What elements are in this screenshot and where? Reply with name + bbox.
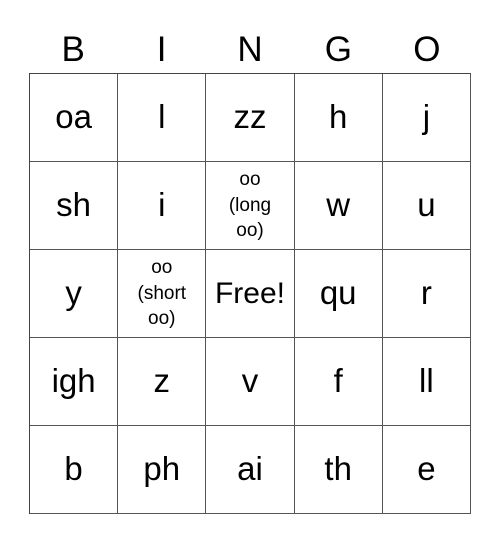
bingo-cell-g-5[interactable]: th [294, 426, 383, 514]
header-letter-i: I [156, 30, 167, 69]
bingo-cell-i-4[interactable]: z [118, 338, 207, 426]
bingo-cell-n-5[interactable]: ai [206, 426, 295, 514]
bingo-cell-o-1[interactable]: j [382, 74, 471, 162]
bingo-cell-i-5[interactable]: ph [118, 426, 207, 514]
bingo-card-grid: oa l zz h j sh i oo (long oo) w u y oo (short oo) Fr… [29, 73, 471, 514]
bingo-cell-b-5[interactable]: b [30, 426, 119, 514]
bingo-header: B I N G O [29, 28, 471, 72]
bingo-cell-n-4[interactable]: v [206, 338, 295, 426]
bingo-cell-o-4[interactable]: ll [382, 338, 471, 426]
bingo-cell-i-2[interactable]: i [118, 162, 207, 250]
bingo-cell-g-2[interactable]: w [294, 162, 383, 250]
bingo-cell-o-5[interactable]: e [382, 426, 471, 514]
free-space-cell[interactable]: Free! [206, 250, 295, 338]
bingo-cell-n-1[interactable]: zz [206, 74, 295, 162]
bingo-cell-n-2[interactable]: oo (long oo) [206, 162, 295, 250]
bingo-cell-b-3[interactable]: y [30, 250, 119, 338]
bingo-cell-o-2[interactable]: u [382, 162, 471, 250]
header-letter-b: B [61, 30, 85, 69]
bingo-cell-i-3[interactable]: oo (short oo) [118, 250, 207, 338]
header-letter-n: N [237, 30, 263, 69]
header-letter-o: O [413, 30, 441, 69]
bingo-cell-g-1[interactable]: h [294, 74, 383, 162]
bingo-cell-i-1[interactable]: l [118, 74, 207, 162]
bingo-cell-b-1[interactable]: oa [30, 74, 119, 162]
bingo-cell-b-2[interactable]: sh [30, 162, 119, 250]
bingo-cell-g-3[interactable]: qu [294, 250, 383, 338]
bingo-cell-g-4[interactable]: f [294, 338, 383, 426]
header-letter-g: G [324, 30, 353, 69]
bingo-cell-b-4[interactable]: igh [30, 338, 119, 426]
bingo-cell-o-3[interactable]: r [382, 250, 471, 338]
